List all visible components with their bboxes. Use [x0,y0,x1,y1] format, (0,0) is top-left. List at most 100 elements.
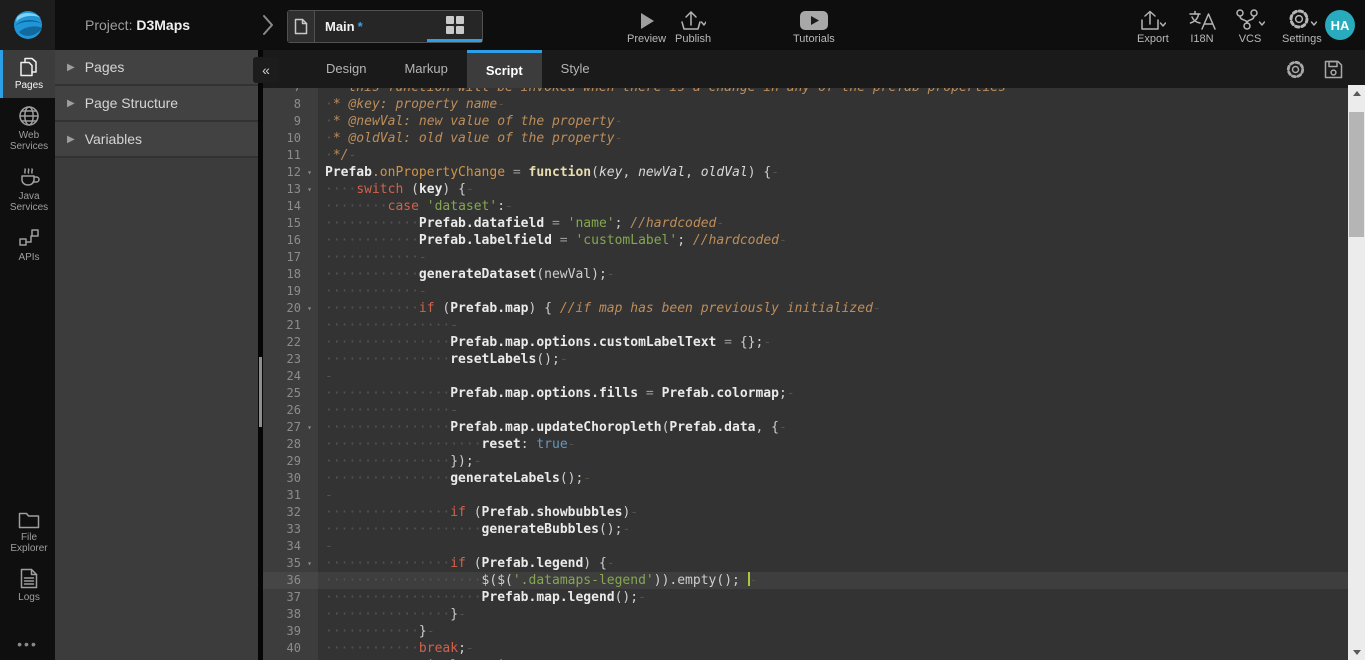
code-line[interactable]: 20▾············if (Prefab.map) { //if ma… [263,300,1348,317]
code-line[interactable]: 33····················generateBubbles();… [263,521,1348,538]
code-text: ············}- [318,623,435,640]
settings-button[interactable]: Settings [1282,8,1322,45]
code-line[interactable]: 38················}- [263,606,1348,623]
token-bl: true [536,437,567,452]
code-line[interactable]: 15············Prefab.datafield = 'name';… [263,215,1348,232]
fold-spacer [301,317,318,334]
fold-arrow-icon[interactable]: ▾ [301,555,318,572]
tab-script[interactable]: Script [467,50,542,88]
settings-gear-icon [1287,8,1317,30]
sidebar-item-apis[interactable]: APIs [0,220,55,270]
panel-section-pages[interactable]: ▶Pages [55,50,258,86]
newline-marker: - [771,165,779,180]
fold-arrow-icon[interactable]: ▾ [301,419,318,436]
vertical-scrollbar[interactable] [1348,85,1365,660]
sidebar-item-web-services[interactable]: Web Services [0,98,55,159]
code-line[interactable]: 16············Prefab.labelfield = 'custo… [263,232,1348,249]
code-line[interactable]: 40············break;- [263,640,1348,657]
code-line[interactable]: 22················Prefab.map.options.cus… [263,334,1348,351]
gutter-cell: 39 [263,623,318,640]
page-grid-button[interactable] [427,11,482,42]
code-text: ············if (Prefab.map) { //if map h… [318,300,881,317]
code-line[interactable]: 30················generateLabels();- [263,470,1348,487]
token-df: key [419,182,442,197]
i18n-button[interactable]: I18N [1188,8,1216,45]
token-pl: (); [599,522,622,537]
tab-design[interactable]: Design [307,50,385,88]
token-pl: , { [755,420,778,435]
code-line[interactable]: 31- [263,487,1348,504]
newline-marker: - [638,590,646,605]
page-tab-main[interactable]: Main * [287,10,483,43]
tutorials-button[interactable]: Tutorials [793,8,835,45]
panel-collapse-button[interactable]: « [253,57,279,83]
code-text: ················- [318,317,458,334]
code-line[interactable]: 19············- [263,283,1348,300]
line-number: 21 [263,317,301,334]
export-button[interactable]: Export [1137,8,1169,45]
sidebar-item-file-explorer[interactable]: File Explorer [0,504,55,561]
sidebar-item-java-services[interactable]: Java Services [0,159,55,220]
gutter-cell: 26 [263,402,318,419]
tab-markup[interactable]: Markup [385,50,466,88]
line-number: 17 [263,249,301,266]
token-pl: : [497,199,505,214]
fold-arrow-icon[interactable]: ▾ [301,181,318,198]
code-line[interactable]: 8·* @key: property name- [263,96,1348,113]
panel-scrollbar-thumb[interactable] [259,357,262,427]
sidebar-more-button[interactable]: ••• [0,636,55,652]
code-line[interactable]: 25················Prefab.map.options.fil… [263,385,1348,402]
scroll-up-arrow[interactable] [1348,85,1365,101]
code-line[interactable]: 27▾················Prefab.map.updateChor… [263,419,1348,436]
panel-section-variables[interactable]: ▶Variables [55,122,258,158]
preview-button[interactable]: Preview [627,8,666,45]
token-pl: ( [403,182,419,197]
sidebar-item-logs[interactable]: Logs [0,561,55,610]
code-line[interactable]: 10·* @oldVal: old value of the property- [263,130,1348,147]
fold-spacer [301,385,318,402]
code-line[interactable]: 9·* @newVal: new value of the property- [263,113,1348,130]
code-line[interactable]: 37····················Prefab.map.legend(… [263,589,1348,606]
publish-button[interactable]: Publish [675,8,711,45]
code-line[interactable]: 36····················$($('.datamaps-leg… [263,572,1348,589]
code-line[interactable]: 35▾················if (Prefab.legend) {- [263,555,1348,572]
code-line[interactable]: 21 ················- [263,317,1348,334]
code-line[interactable]: 39············}- [263,623,1348,640]
code-line[interactable]: 13▾····switch (key) {- [263,181,1348,198]
vcs-button[interactable]: VCS [1235,8,1265,45]
code-line[interactable]: 14········case 'dataset':- [263,198,1348,215]
fold-spacer [301,88,318,96]
code-line[interactable]: 32················if (Prefab.showbubbles… [263,504,1348,521]
code-line[interactable]: 24- [263,368,1348,385]
code-text: ················Prefab.map.updateChoropl… [318,419,787,436]
code-line[interactable]: 17············- [263,249,1348,266]
wavemaker-logo[interactable] [0,0,55,50]
code-line[interactable]: 7·* this function will be invoked when t… [263,88,1348,96]
code-line[interactable]: 28····················reset: true- [263,436,1348,453]
code-line[interactable]: 11·*/- [263,147,1348,164]
fold-arrow-icon[interactable]: ▾ [301,164,318,181]
code-line[interactable]: 18············generateDataset(newVal);- [263,266,1348,283]
fold-arrow-icon[interactable]: ▾ [301,300,318,317]
token-df: generateBubbles [482,522,599,537]
script-code-editor[interactable]: 7·* this function will be invoked when t… [263,88,1348,660]
indent-whitespace-dots: ············ [325,641,419,656]
indent-whitespace-dots: ············ [325,624,419,639]
code-line[interactable]: 34- [263,538,1348,555]
scroll-down-arrow[interactable] [1348,644,1365,660]
code-line[interactable]: 29················});- [263,453,1348,470]
code-line[interactable]: 26················- [263,402,1348,419]
newline-marker: - [325,539,333,554]
save-icon[interactable] [1324,60,1343,79]
script-settings-gear-icon[interactable] [1286,60,1305,79]
user-avatar[interactable]: HA [1325,10,1355,40]
scrollbar-thumb[interactable] [1349,112,1364,237]
code-line[interactable]: 12▾Prefab.onPropertyChange = function(ke… [263,164,1348,181]
line-number: 9 [263,113,301,130]
code-line[interactable]: 23················resetLabels();- [263,351,1348,368]
sidebar-item-pages[interactable]: Pages [0,50,55,98]
tab-style[interactable]: Style [542,50,609,88]
token-st: 'dataset' [427,199,497,214]
panel-section-page-structure[interactable]: ▶Page Structure [55,86,258,122]
panel-section-label: Page Structure [85,95,178,111]
